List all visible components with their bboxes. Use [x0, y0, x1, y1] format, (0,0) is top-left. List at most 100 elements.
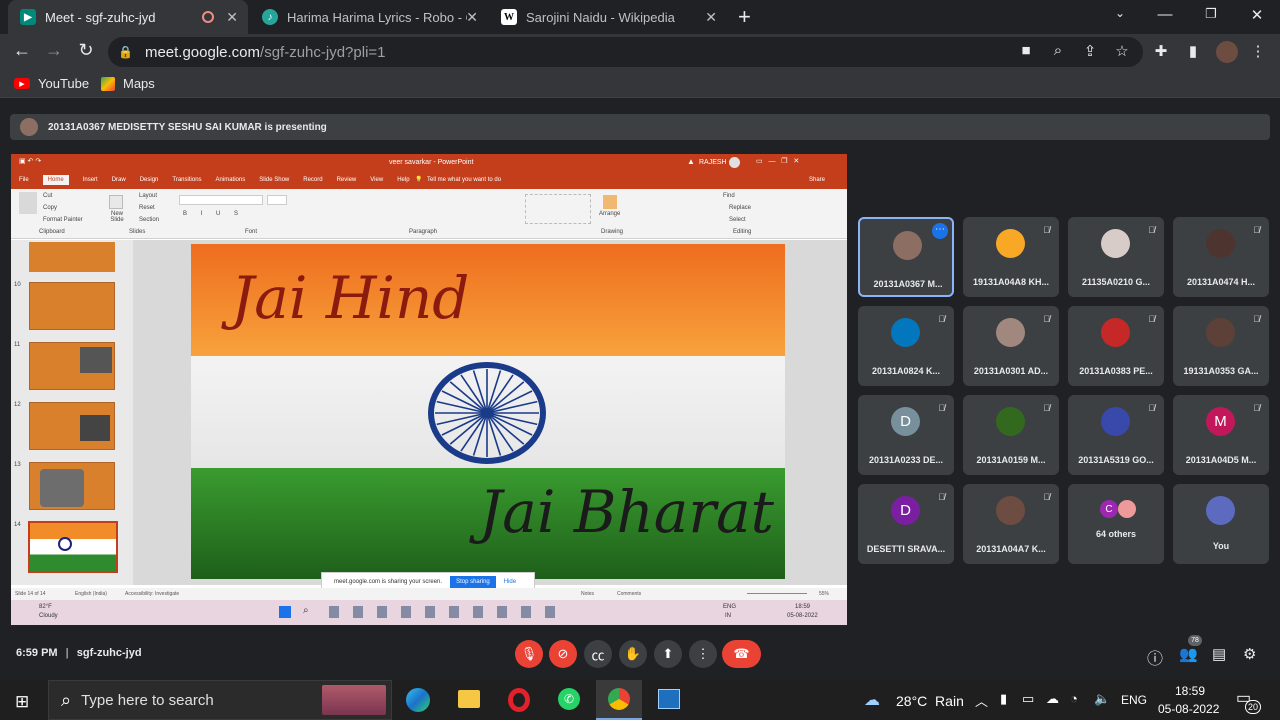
extensions-icon[interactable]: ✚ — [1151, 42, 1171, 60]
notes-button[interactable]: Notes — [581, 591, 594, 597]
arrange-button[interactable]: Arrange — [599, 211, 620, 217]
restore-button[interactable]: ❐ — [1201, 6, 1221, 22]
chat-icon[interactable]: ▤ — [1212, 645, 1226, 663]
mic-tray-icon[interactable]: ▮ — [1000, 691, 1007, 707]
file-explorer-icon[interactable] — [458, 690, 480, 708]
zoom-icon[interactable]: ⌕ — [1048, 42, 1068, 59]
tab-lyrics[interactable]: ♪ Harima Harima Lyrics - Robo - Or ✕ — [250, 0, 488, 34]
participant-tile[interactable]: 20131A5319 GO... 🎙̸ — [1068, 395, 1164, 475]
ribbon-tab[interactable]: Home — [42, 175, 69, 185]
tell-me-box[interactable]: Tell me what you want to do — [427, 177, 501, 183]
close-tab-icon[interactable]: ✕ — [466, 9, 478, 26]
more-options-button[interactable]: ⋮ — [689, 640, 717, 668]
font-name-box[interactable] — [179, 195, 263, 205]
participant-tile[interactable]: D DESETTI SRAVA... 🎙̸ — [858, 484, 954, 564]
more-options-icon[interactable]: ⋯ — [932, 223, 948, 239]
ppt-window-controls[interactable]: ▭ — ❐ ✕ — [756, 157, 799, 165]
address-bar[interactable]: 🔒 meet.google.com/sgf-zuhc-jyd?pli=1 — [108, 37, 1143, 67]
profile-avatar[interactable] — [1216, 41, 1238, 63]
paste-icon[interactable] — [19, 192, 37, 214]
ribbon-tab[interactable]: Help — [397, 177, 409, 185]
select-button[interactable]: Select — [729, 217, 746, 223]
back-arrow-icon[interactable]: ← — [10, 40, 34, 61]
taskbar-lang[interactable]: ENG — [1121, 693, 1147, 707]
cut-button[interactable]: Cut — [43, 193, 52, 199]
shapes-gallery[interactable] — [525, 194, 591, 224]
forward-arrow-icon[interactable]: → — [42, 40, 66, 61]
layout-button[interactable]: Layout — [139, 193, 157, 199]
side-panel-icon[interactable]: ▮ — [1183, 42, 1203, 60]
wifi-icon[interactable]: ◔ — [1070, 691, 1078, 706]
bookmark-maps[interactable]: Maps — [101, 76, 155, 91]
copy-button[interactable]: Copy — [43, 205, 57, 211]
ribbon-tab[interactable]: Design — [140, 177, 159, 185]
ribbon-tab[interactable]: File — [19, 177, 29, 185]
arrange-icon[interactable] — [603, 195, 617, 209]
share-icon[interactable]: ⇪ — [1080, 42, 1100, 60]
participant-tile[interactable]: 20131A0367 M... ⋯ — [858, 217, 954, 297]
whatsapp-icon[interactable]: ✆ — [558, 688, 580, 710]
replace-button[interactable]: Replace — [729, 205, 751, 211]
participant-tile[interactable]: 19131A04A8 KH... 🎙̸ — [963, 217, 1059, 297]
taskbar-weather[interactable]: 28°C Rain — [896, 693, 964, 709]
minimize-button[interactable]: — — [1155, 6, 1175, 23]
edge-icon[interactable] — [406, 688, 430, 712]
opera-icon[interactable] — [508, 688, 530, 712]
new-slide-icon[interactable] — [109, 195, 123, 209]
people-icon[interactable]: 👥 — [1179, 645, 1198, 663]
reload-icon[interactable]: ↻ — [74, 40, 98, 61]
mic-off-button[interactable]: 🎙 — [515, 640, 543, 668]
slide-thumbnail[interactable] — [29, 342, 115, 390]
activities-icon[interactable]: ⚙ — [1243, 645, 1256, 663]
tab-wikipedia[interactable]: W Sarojini Naidu - Wikipedia ✕ — [489, 0, 727, 34]
raise-hand-button[interactable]: ✋ — [619, 640, 647, 668]
close-tab-icon[interactable]: ✕ — [226, 9, 238, 26]
close-tab-icon[interactable]: ✕ — [705, 9, 717, 26]
reset-button[interactable]: Reset — [139, 205, 155, 211]
participant-tile[interactable]: 20131A04A7 K... 🎙̸ — [963, 484, 1059, 564]
camera-off-button[interactable]: ⊘ — [549, 640, 577, 668]
bookmark-star-icon[interactable]: ☆ — [1112, 42, 1132, 60]
participant-tile[interactable]: 20131A0383 PE... 🎙̸ — [1068, 306, 1164, 386]
zoom-slider[interactable] — [747, 593, 807, 594]
section-button[interactable]: Section — [139, 217, 159, 223]
stop-sharing-button[interactable]: Stop sharing — [450, 576, 496, 588]
participant-tile[interactable]: 20131A0824 K... 🎙̸ — [858, 306, 954, 386]
ribbon-tab[interactable]: Transitions — [172, 177, 201, 185]
tab-search-icon[interactable]: ⌄ — [1110, 6, 1130, 20]
taskbar-time[interactable]: 18:59 — [1175, 684, 1205, 698]
participant-tile[interactable]: 20131A0159 M... 🎙̸ — [963, 395, 1059, 475]
participant-tile[interactable]: 19131A0353 GA... 🎙̸ — [1173, 306, 1269, 386]
windows-start-icon[interactable]: ⊞ — [15, 692, 29, 712]
save-icon[interactable]: ▣ ↶ ↷ — [19, 157, 41, 165]
slide-thumbnail[interactable] — [29, 242, 115, 272]
cloud-tray-icon[interactable]: ☁ — [1046, 691, 1059, 707]
participant-tile[interactable]: C 64 others — [1068, 484, 1164, 564]
photos-icon[interactable] — [658, 689, 680, 709]
participant-tile[interactable]: D 20131A0233 DE... 🎙̸ — [858, 395, 954, 475]
new-slide-button[interactable]: New Slide — [105, 211, 129, 223]
format-painter-button[interactable]: Format Painter — [43, 217, 83, 223]
ribbon-tab[interactable]: View — [370, 177, 383, 185]
new-tab-button[interactable]: + — [738, 4, 751, 30]
ribbon-tab[interactable]: Record — [303, 177, 322, 185]
taskbar-date[interactable]: 05-08-2022 — [1158, 702, 1219, 716]
comments-button[interactable]: Comments — [617, 591, 641, 597]
chrome-taskbar-button[interactable] — [596, 680, 642, 720]
ribbon-tab[interactable]: Animations — [216, 177, 246, 185]
captions-button[interactable]: ㏄ — [584, 640, 612, 668]
main-slide[interactable]: Jai Hind Jai Bharat — [191, 244, 785, 579]
meeting-details-icon[interactable]: ⓘ — [1147, 645, 1163, 669]
ribbon-tab[interactable]: Draw — [112, 177, 126, 185]
participant-tile[interactable]: You — [1173, 484, 1269, 564]
find-button[interactable]: Find — [723, 193, 735, 199]
battery-icon[interactable]: ▭ — [1022, 691, 1034, 707]
participant-tile[interactable]: 21135A0210 G... 🎙̸ — [1068, 217, 1164, 297]
participant-tile[interactable]: 20131A0301 AD... 🎙̸ — [963, 306, 1059, 386]
participant-tile[interactable]: M 20131A04D5 M... 🎙̸ — [1173, 395, 1269, 475]
status-accessibility[interactable]: Accessibility: Investigate — [125, 591, 179, 597]
menu-dots-icon[interactable]: ⋮ — [1248, 42, 1268, 60]
participant-tile[interactable]: 20131A0474 H... 🎙̸ — [1173, 217, 1269, 297]
tray-chevron-icon[interactable]: ︿ — [975, 691, 988, 710]
font-size-box[interactable] — [267, 195, 287, 205]
